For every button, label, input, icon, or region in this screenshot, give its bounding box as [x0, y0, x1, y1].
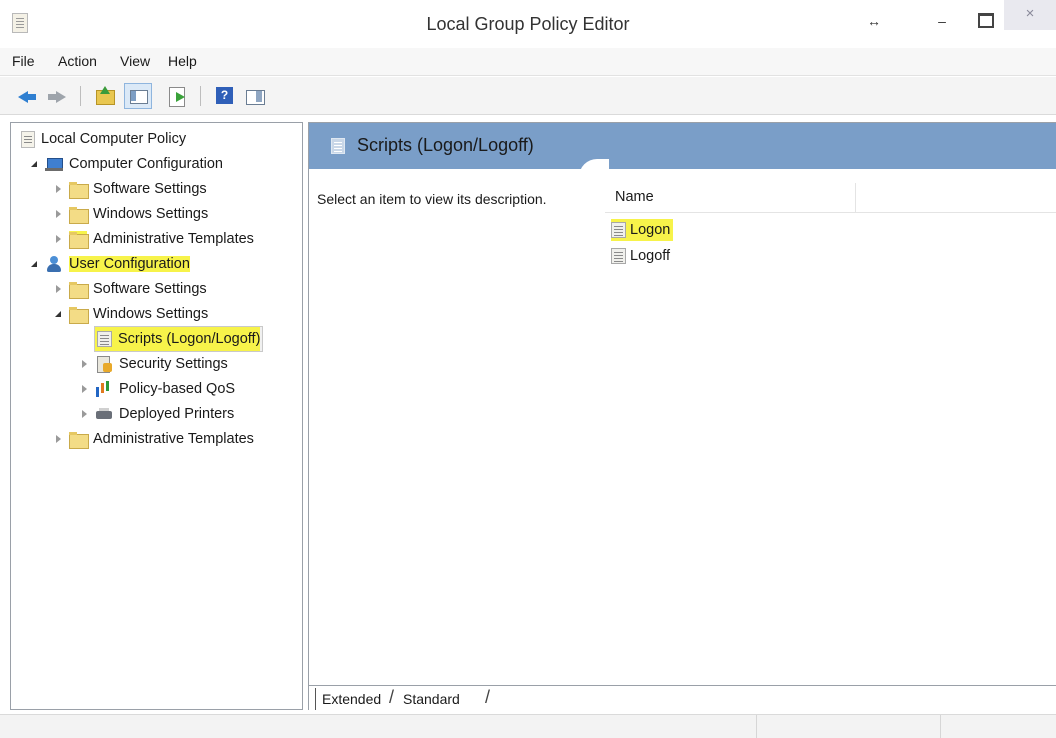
resize-icon[interactable]: ↔: [862, 10, 886, 32]
header-tab: [591, 169, 1056, 179]
tree-item-uc-windows-settings[interactable]: Windows Settings: [53, 302, 208, 326]
menu-action[interactable]: Action: [58, 53, 97, 69]
tree-item-label: Windows Settings: [93, 306, 209, 322]
tree-item-security-settings[interactable]: Security Settings: [79, 352, 228, 376]
status-cell: [10, 715, 756, 738]
details-pane: Scripts (Logon/Logoff) Select an item to…: [308, 122, 1056, 711]
toolbar-separator: [80, 86, 81, 106]
policy-icon: [21, 130, 35, 148]
tree-item-label: User Configuration: [69, 256, 190, 272]
view-tabs: Extended / Standard /: [309, 685, 1056, 711]
tree-item-label: Software Settings: [93, 281, 207, 297]
folder-icon: [69, 431, 89, 449]
tree-item-label: Administrative Templates: [93, 231, 254, 247]
tree-item-label: Software Settings: [93, 181, 207, 197]
tree-item-cc-software-settings[interactable]: Software Settings: [53, 177, 207, 201]
script-icon: [331, 138, 345, 154]
status-cell: [940, 715, 1056, 738]
properties-icon[interactable]: [244, 85, 266, 107]
tab-standard[interactable]: Standard: [397, 688, 466, 710]
status-cell: [756, 715, 940, 738]
folder-icon: [69, 231, 89, 249]
menu-file[interactable]: File: [12, 53, 35, 69]
tree-item-computer-configuration[interactable]: Computer Configuration: [29, 152, 223, 176]
collapsed-arrow-icon[interactable]: [53, 283, 65, 295]
maximize-button[interactable]: [972, 10, 998, 32]
computer-icon: [45, 156, 63, 172]
close-button[interactable]: ×: [1004, 0, 1056, 30]
tree-item-label: Computer Configuration: [69, 156, 223, 172]
collapsed-arrow-icon[interactable]: [53, 433, 65, 445]
back-icon[interactable]: [16, 85, 38, 107]
show-hide-tree-icon[interactable]: [124, 83, 152, 109]
security-icon: [95, 356, 113, 373]
collapsed-arrow-icon[interactable]: [79, 408, 91, 420]
collapsed-arrow-icon[interactable]: [79, 383, 91, 395]
console-tree[interactable]: Local Computer Policy Computer Configura…: [10, 122, 303, 710]
tree-item-uc-administrative-templates[interactable]: Administrative Templates: [53, 427, 254, 451]
qos-chart-icon: [95, 381, 113, 397]
script-icon: [97, 331, 112, 347]
tab-divider: /: [485, 687, 491, 707]
menu-help[interactable]: Help: [168, 53, 197, 69]
tree-item-label: Scripts (Logon/Logoff): [118, 331, 261, 347]
tab-extended[interactable]: Extended: [315, 688, 387, 710]
toolbar: [0, 77, 1056, 115]
toolbar-separator: [200, 86, 201, 106]
expanded-arrow-icon[interactable]: [53, 308, 65, 320]
status-bar: [0, 714, 1056, 738]
tree-item-deployed-printers[interactable]: Deployed Printers: [79, 402, 234, 426]
menu-view[interactable]: View: [120, 53, 150, 69]
folder-icon: [69, 181, 89, 199]
tree-item-policy-based-qos[interactable]: Policy-based QoS: [79, 377, 235, 401]
script-icon: [611, 222, 626, 238]
collapsed-arrow-icon[interactable]: [79, 358, 91, 370]
folder-icon: [69, 281, 89, 299]
list-item-logoff[interactable]: Logoff: [611, 245, 673, 267]
tab-divider: /: [389, 687, 395, 707]
tree-item-label: Security Settings: [119, 356, 228, 372]
expanded-arrow-icon[interactable]: [29, 158, 41, 170]
collapsed-arrow-icon[interactable]: [53, 233, 65, 245]
collapsed-arrow-icon[interactable]: [53, 208, 65, 220]
collapsed-arrow-icon[interactable]: [53, 183, 65, 195]
script-icon: [611, 248, 626, 264]
column-header-name[interactable]: Name: [615, 189, 654, 205]
list-item-label: Logon: [630, 222, 671, 238]
tree-item-cc-administrative-templates[interactable]: Administrative Templates: [53, 227, 254, 251]
folder-icon: [69, 206, 89, 224]
export-list-icon[interactable]: [166, 85, 188, 107]
tree-item-uc-software-settings[interactable]: Software Settings: [53, 277, 207, 301]
tree-item-cc-windows-settings[interactable]: Windows Settings: [53, 202, 208, 226]
tree-item-label: Deployed Printers: [119, 406, 235, 422]
up-one-level-icon[interactable]: [94, 85, 116, 107]
forward-icon[interactable]: [46, 85, 68, 107]
tree-item-local-computer-policy[interactable]: Local Computer Policy: [21, 127, 186, 151]
tree-item-label: Windows Settings: [93, 206, 209, 222]
tree-item-user-configuration[interactable]: User Configuration: [29, 252, 190, 276]
tree-item-label: Local Computer Policy: [41, 131, 187, 147]
list-item-label: Logoff: [630, 248, 671, 264]
list-item-logon[interactable]: Logon: [611, 219, 674, 241]
list-header: Name: [605, 183, 1056, 213]
tree-item-scripts-logon-logoff[interactable]: Scripts (Logon/Logoff): [93, 326, 264, 352]
expanded-arrow-icon[interactable]: [29, 258, 41, 270]
tree-item-label: Administrative Templates: [93, 431, 254, 447]
menu-bar: File Action View Help: [0, 48, 1056, 76]
title-bar: Local Group Policy Editor ↔ – ×: [0, 0, 1056, 48]
tree-item-label: Policy-based QoS: [119, 381, 236, 397]
minimize-button[interactable]: –: [930, 10, 954, 32]
folder-icon: [69, 306, 89, 324]
column-separator[interactable]: [855, 183, 856, 213]
details-title: Scripts (Logon/Logoff): [357, 135, 534, 155]
window-title: Local Group Policy Editor: [426, 14, 630, 34]
help-icon[interactable]: [214, 85, 236, 107]
user-icon: [45, 256, 63, 272]
highlight-mark: Scripts (Logon/Logoff): [95, 327, 261, 351]
description-text: Select an item to view its description.: [317, 191, 547, 207]
printer-icon: [95, 406, 113, 422]
details-header: Scripts (Logon/Logoff): [309, 123, 1056, 169]
